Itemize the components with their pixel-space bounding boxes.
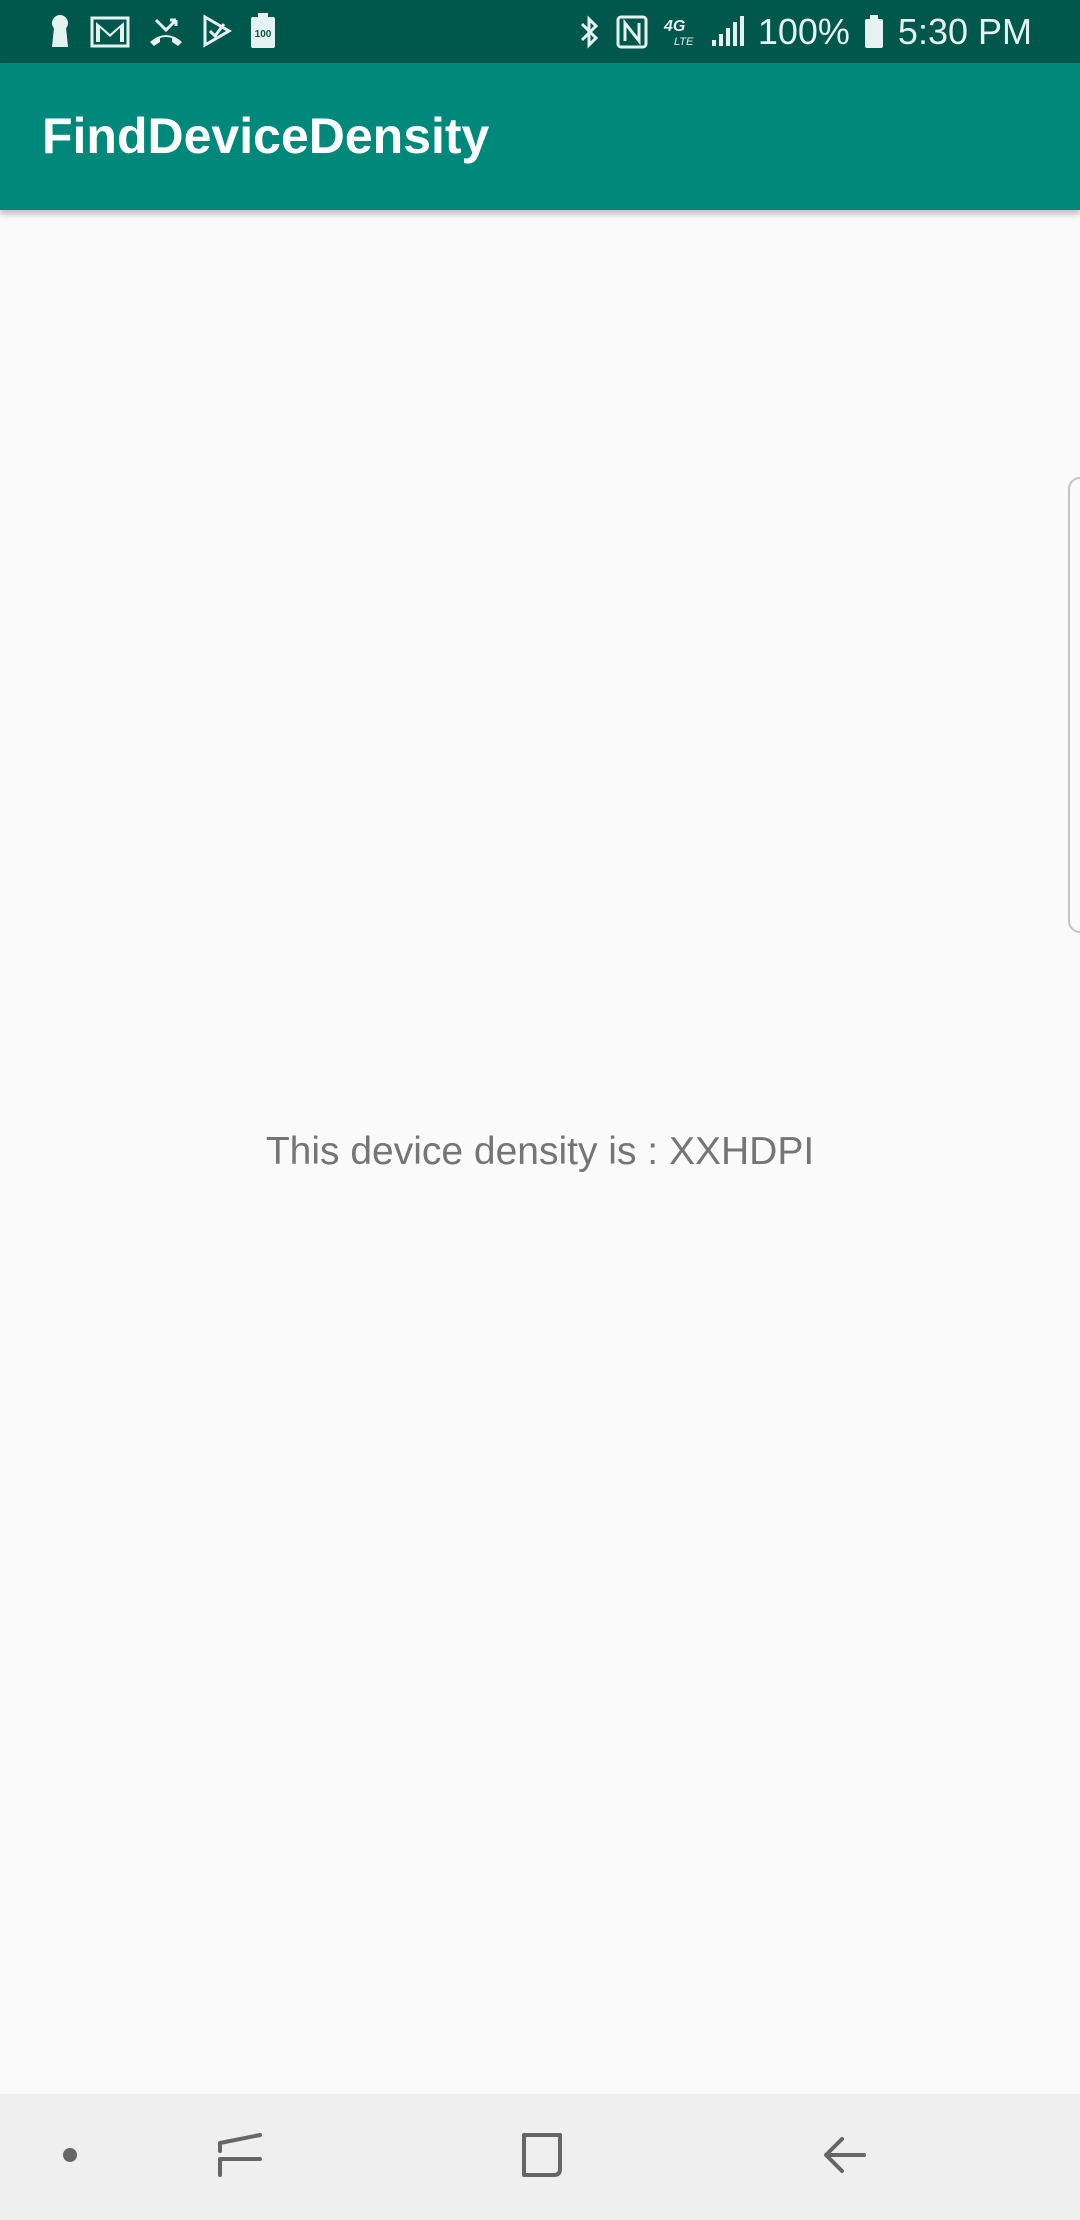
edge-panel-handle[interactable] bbox=[1068, 477, 1080, 933]
main-content: This device density is : XXHDPI bbox=[0, 210, 1080, 2094]
svg-text:LTE: LTE bbox=[674, 36, 694, 48]
svg-text:4G: 4G bbox=[663, 18, 685, 35]
battery-100-icon: 100 bbox=[250, 13, 276, 49]
home-icon bbox=[518, 2131, 566, 2184]
svg-text:100: 100 bbox=[255, 29, 272, 40]
app-title: FindDeviceDensity bbox=[42, 108, 490, 164]
navigation-bar bbox=[0, 2094, 1080, 2220]
nav-dot-button[interactable] bbox=[30, 2094, 110, 2220]
gmail-icon bbox=[90, 14, 130, 48]
nfc-icon bbox=[616, 14, 648, 50]
status-left-icons: 100 bbox=[48, 13, 276, 49]
status-time: 5:30 PM bbox=[897, 11, 1032, 52]
app-bar: FindDeviceDensity bbox=[0, 63, 1080, 210]
status-bar: 100 4G LTE 100% 5:30 PM bbox=[0, 0, 1080, 63]
keyhole-icon bbox=[48, 13, 72, 49]
battery-percent: 100% bbox=[757, 11, 850, 52]
screen: 100 4G LTE 100% 5:30 PM FindDeviceDensit… bbox=[0, 0, 1080, 2220]
recents-button[interactable] bbox=[180, 2094, 300, 2220]
density-text: This device density is : XXHDPI bbox=[265, 1130, 815, 1173]
play-store-icon bbox=[202, 14, 232, 48]
back-button[interactable] bbox=[784, 2094, 904, 2220]
battery-icon bbox=[864, 15, 884, 49]
recents-icon bbox=[216, 2131, 264, 2184]
home-button[interactable] bbox=[482, 2094, 602, 2220]
back-icon bbox=[820, 2131, 868, 2184]
4g-lte-icon: 4G LTE bbox=[662, 14, 696, 50]
signal-icon bbox=[710, 16, 744, 48]
dot-icon bbox=[60, 2145, 80, 2170]
missed-call-icon bbox=[148, 14, 184, 48]
status-right-icons: 4G LTE 100% 5:30 PM bbox=[578, 10, 1032, 54]
bluetooth-icon bbox=[578, 14, 602, 50]
